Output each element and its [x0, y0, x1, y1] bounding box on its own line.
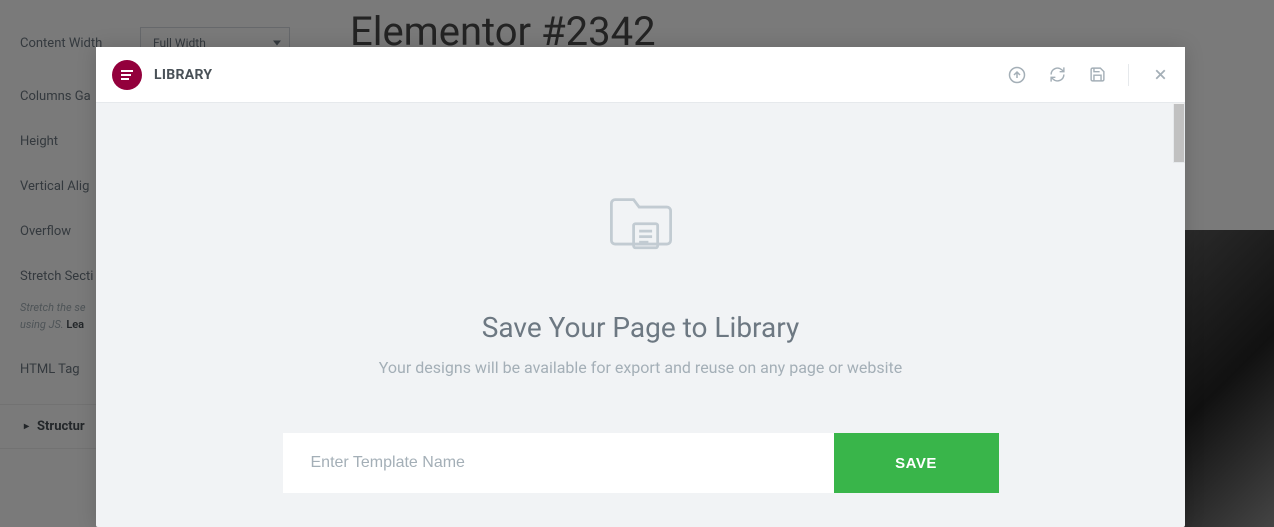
folder-template-icon [604, 183, 678, 261]
close-icon[interactable] [1151, 66, 1169, 84]
modal-actions [1008, 64, 1169, 86]
divider [1128, 64, 1129, 86]
modal-body: Save Your Page to Library Your designs w… [96, 103, 1185, 527]
modal-heading: Save Your Page to Library [482, 311, 799, 344]
upload-icon[interactable] [1008, 66, 1026, 84]
elementor-logo-icon [112, 60, 142, 90]
template-name-input[interactable] [283, 433, 834, 493]
template-input-row: SAVE [283, 433, 999, 493]
library-modal: LIBRARY [96, 47, 1185, 527]
sync-icon[interactable] [1048, 66, 1066, 84]
save-button[interactable]: SAVE [834, 433, 999, 493]
background-image [1184, 230, 1274, 527]
save-icon[interactable] [1088, 66, 1106, 84]
modal-header: LIBRARY [96, 47, 1185, 103]
modal-title: LIBRARY [154, 67, 212, 83]
scrollbar[interactable] [1173, 103, 1185, 163]
modal-subheading: Your designs will be available for expor… [379, 358, 902, 377]
